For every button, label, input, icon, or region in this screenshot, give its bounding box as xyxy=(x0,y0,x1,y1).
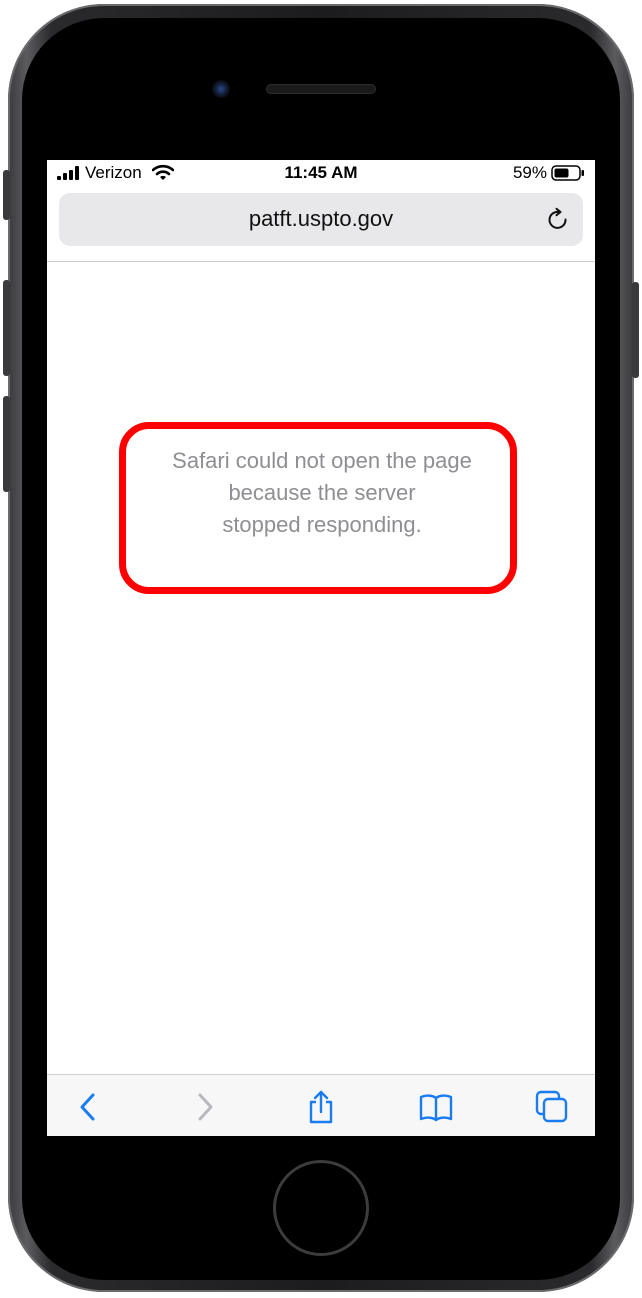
reload-icon[interactable] xyxy=(545,207,571,233)
bookmarks-icon[interactable] xyxy=(419,1090,453,1124)
tabs-icon[interactable] xyxy=(535,1090,569,1124)
power-button xyxy=(632,282,639,378)
highlight-annotation xyxy=(119,422,517,594)
battery-percentage: 59% xyxy=(512,163,547,182)
url-text[interactable]: patft.uspto.gov xyxy=(59,206,583,232)
volume-up-button xyxy=(3,280,10,376)
home-button[interactable] xyxy=(273,1160,369,1256)
battery-icon xyxy=(551,165,584,181)
phone-screen: Verizon 11:45 AM 59% patft.uspto.gov Saf… xyxy=(47,160,595,1136)
address-bar[interactable]: patft.uspto.gov xyxy=(59,193,583,246)
front-camera xyxy=(212,80,230,98)
earpiece-speaker xyxy=(266,84,376,94)
share-icon[interactable] xyxy=(304,1090,338,1124)
back-icon[interactable] xyxy=(72,1090,106,1124)
header-divider xyxy=(47,261,595,262)
status-bar: Verizon 11:45 AM 59% xyxy=(47,160,595,186)
mute-switch xyxy=(3,170,10,220)
screenshot-canvas: Verizon 11:45 AM 59% patft.uspto.gov Saf… xyxy=(0,0,642,1298)
volume-down-button xyxy=(3,396,10,492)
bottom-toolbar xyxy=(47,1074,595,1136)
forward-icon[interactable] xyxy=(187,1090,221,1124)
